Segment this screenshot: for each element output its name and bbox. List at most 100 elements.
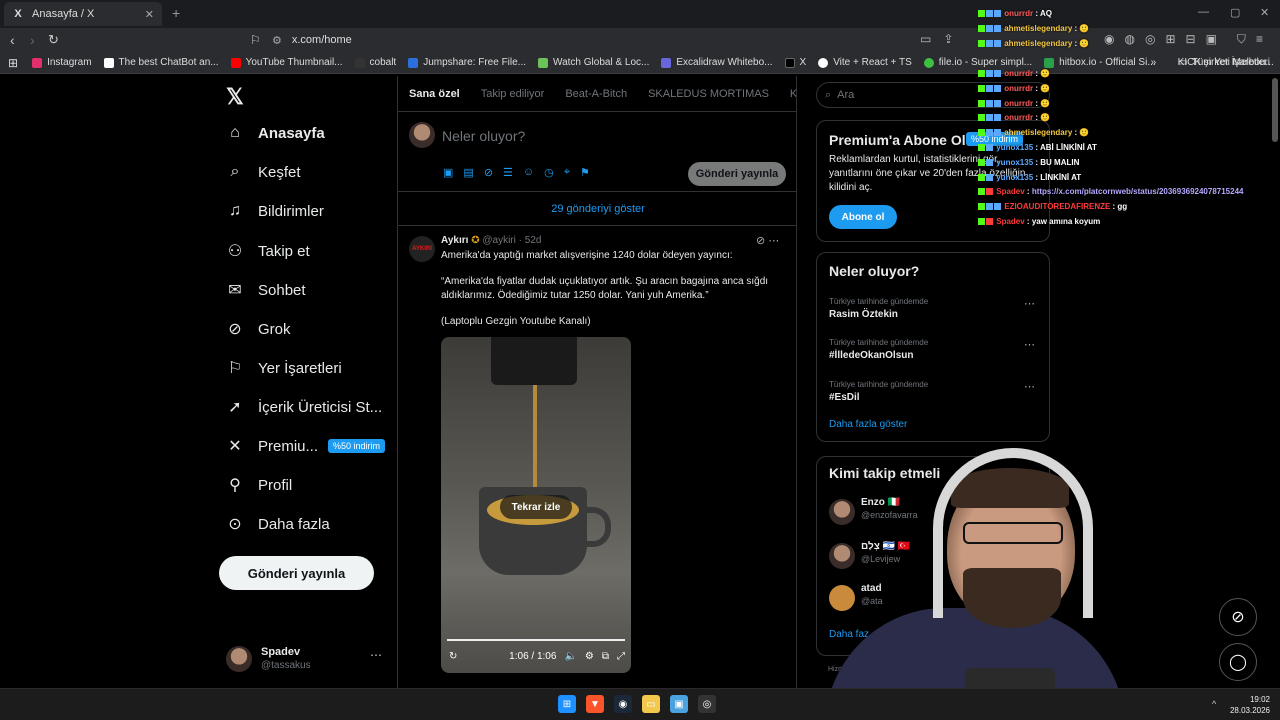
bookmark-item[interactable]: Jumpshare: Free File... <box>408 57 526 68</box>
trend-item[interactable]: Türkiye tarihinde gündemde Rasim Öztekin… <box>829 297 1041 320</box>
trend-item[interactable]: Türkiye tarihinde gündemde #EsDil ⋯ <box>829 380 1041 403</box>
nav-home[interactable]: ⌂ Anasayfa <box>226 124 325 142</box>
fullscreen-icon[interactable]: ⤢ <box>617 651 625 662</box>
close-tab-icon[interactable]: ✕ <box>145 8 154 21</box>
bookmark-item[interactable]: Watch Global & Loc... <box>538 57 649 68</box>
bookmark-item[interactable]: YouTube Thumbnail... <box>230 57 343 68</box>
app-icon[interactable]: ▣ <box>670 695 688 713</box>
badge-icon <box>978 100 985 107</box>
show-new-posts[interactable]: 29 gönderiyi göster <box>398 192 796 226</box>
tweet[interactable]: AYKIRI Aykırı ✪ @aykiri · 52d ⊘ ⋯ Amerik… <box>398 226 796 688</box>
webcam-headset <box>933 448 1093 618</box>
webcam-overlay <box>815 438 1135 720</box>
bookmark-item[interactable]: X <box>784 57 806 68</box>
tray-chevron-icon[interactable]: ^ <box>1212 699 1216 709</box>
more-icon[interactable]: ⋯ <box>1024 297 1035 310</box>
tweet-author[interactable]: Aykırı <box>441 235 468 246</box>
volume-icon[interactable]: 🔈 <box>564 651 576 662</box>
bookmark-item[interactable]: Excalidraw Whitebo... <box>661 57 773 68</box>
flag-icon[interactable]: ⚑ <box>580 166 590 179</box>
avatar[interactable]: AYKIRI <box>409 236 435 262</box>
nav-follow[interactable]: ⚇ Takip et <box>226 241 310 261</box>
tab-list[interactable]: Beat-A-Bitch <box>554 76 637 111</box>
cast-icon[interactable]: ▭ <box>920 32 931 46</box>
forward-icon[interactable]: › <box>30 32 35 48</box>
new-tab-icon[interactable]: + <box>172 5 180 21</box>
pip-icon[interactable]: ⧉ <box>602 651 609 662</box>
tab-list[interactable]: SKALEDUS MORTIMAS <box>637 76 779 111</box>
tweet-time[interactable]: 52d <box>525 235 542 246</box>
grok-fab-icon[interactable]: ⊘ <box>1219 598 1257 636</box>
system-clock[interactable]: 19:02 28.03.2026 <box>1226 694 1270 716</box>
bookmark-item[interactable]: cobalt <box>354 57 396 68</box>
nav-more[interactable]: ⊙ Daha fazla <box>226 514 329 534</box>
post-button[interactable]: Gönderi yayınla <box>219 556 374 590</box>
site-info-icon[interactable]: ⚙ <box>272 34 282 47</box>
share-icon[interactable]: ⇪ <box>943 32 953 46</box>
more-icon[interactable]: ⋯ <box>1024 338 1035 351</box>
tab-following[interactable]: Takip ediliyor <box>470 76 555 111</box>
show-more-link[interactable]: Daha fazla göster <box>829 419 907 430</box>
page-scrollbar[interactable] <box>1272 78 1278 142</box>
nav-creator-studio[interactable]: ➚ İçerik Üreticisi St... <box>226 397 382 417</box>
nav-grok[interactable]: ⊘ Grok <box>226 319 290 339</box>
apps-icon[interactable]: ⊞ <box>8 56 18 70</box>
more-icon[interactable]: ⋯ <box>370 648 382 662</box>
nav-messages[interactable]: ✉ Sohbet <box>226 280 305 300</box>
video-player[interactable]: Tekrar izle ↻ 1:06 / 1:06 🔈 ⚙ ⧉ ⤢ <box>441 337 631 673</box>
badge-icon <box>978 174 985 181</box>
video-progress-bar[interactable] <box>447 639 625 641</box>
bookmark-item[interactable]: The best ChatBot an... <box>103 57 219 68</box>
more-icon[interactable]: ⋯ <box>1024 380 1035 393</box>
badge-icon <box>986 114 993 121</box>
bookmark-item[interactable]: Instagram <box>32 57 92 68</box>
account-switcher[interactable]: Spadev @tassakus ⋯ <box>226 642 386 678</box>
settings-icon[interactable]: ⚙ <box>585 651 594 662</box>
tab-list[interactable]: Kend <box>779 76 796 111</box>
address-bar[interactable]: ⚙ x.com/home <box>266 30 906 50</box>
browser-tab[interactable]: X Anasayfa / X ✕ <box>4 2 162 26</box>
nav-bookmarks[interactable]: ⚐ Yer İşaretleri <box>226 358 342 378</box>
start-icon[interactable]: ⊞ <box>558 695 576 713</box>
bookmark-icon: ⚐ <box>227 360 243 377</box>
compose-post-button[interactable]: Gönderi yayınla <box>688 162 786 186</box>
stream-chat-overlay: onurrdr : AQ ahmetislegendary : 🙂 ahmeti… <box>978 0 1278 230</box>
badge-icon <box>986 129 993 136</box>
nav-premium[interactable]: ✕ Premiu... %50 indirim <box>226 436 386 456</box>
image-icon[interactable]: ▣ <box>443 166 453 179</box>
back-icon[interactable]: ‹ <box>10 32 15 48</box>
grok-icon[interactable]: ⊘ <box>484 166 493 179</box>
steam-icon[interactable]: ◉ <box>614 695 632 713</box>
nav-notifications[interactable]: ♫ Bildirimler <box>226 202 324 220</box>
badge-icon <box>978 85 985 92</box>
trend-item[interactable]: Türkiye tarihinde gündemde #İlledeOkanOl… <box>829 338 1041 361</box>
x-logo-icon[interactable]: 𝕏 <box>226 84 244 110</box>
nav-profile[interactable]: ⚲ Profil <box>226 475 292 495</box>
location-icon[interactable]: ⌖ <box>564 166 570 179</box>
subscribe-button[interactable]: Abone ol <box>829 205 897 229</box>
bookmark-page-icon[interactable]: ⚐ <box>250 32 261 48</box>
gif-icon[interactable]: ▤ <box>463 166 473 179</box>
badge-icon <box>978 10 985 17</box>
reload-icon[interactable]: ↻ <box>48 32 59 48</box>
grok-icon[interactable]: ⊘ <box>756 235 765 247</box>
tab-for-you[interactable]: Sana özel <box>398 76 470 111</box>
bookmark-item[interactable]: Vite + React + TS <box>818 57 912 68</box>
emoji-icon[interactable]: ☺ <box>523 166 534 179</box>
tweet-text: “Amerika'da fiyatlar dudak uçuklatıyor a… <box>441 276 769 301</box>
replay-icon[interactable]: ↻ <box>449 651 457 662</box>
schedule-icon[interactable]: ◷ <box>544 166 554 179</box>
file-explorer-icon[interactable]: ▭ <box>642 695 660 713</box>
brave-browser-icon[interactable]: ▼ <box>586 695 604 713</box>
chat-message: yunox135 : LİNKİNİ AT <box>978 173 1081 182</box>
messages-fab-icon[interactable]: ◯ <box>1219 643 1257 681</box>
more-icon[interactable]: ⋯ <box>768 235 779 247</box>
obs-icon[interactable]: ◎ <box>698 695 716 713</box>
poll-icon[interactable]: ☰ <box>503 166 513 179</box>
tweet-handle[interactable]: @aykiri <box>482 235 516 246</box>
compose-input[interactable]: Neler oluyor? <box>442 128 525 144</box>
chat-message: yunox135 : ABİ LİNKİNİ AT <box>978 143 1097 152</box>
account-name: Spadev <box>261 646 301 658</box>
nav-explore[interactable]: ⌕ Keşfet <box>226 163 301 181</box>
replay-button[interactable]: Tekrar izle <box>500 495 572 519</box>
